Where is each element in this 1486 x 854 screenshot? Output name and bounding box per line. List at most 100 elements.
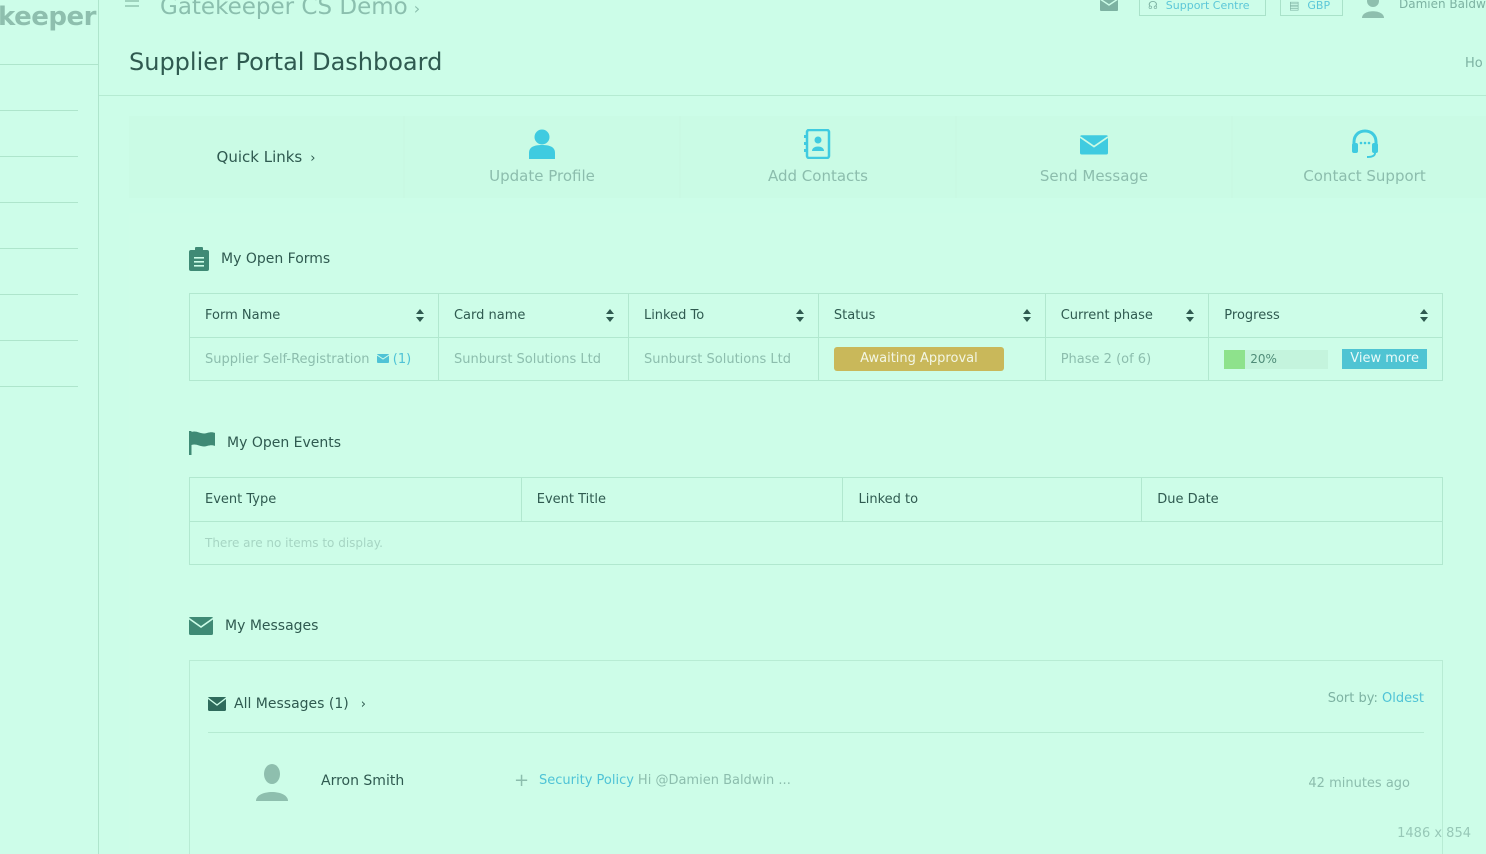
open-events-table: Event Type Event Title Linked to Due Dat… — [189, 477, 1443, 565]
column-header-form-name[interactable]: Form Name — [189, 293, 439, 338]
progress-bar-fill — [1224, 349, 1246, 369]
sort-icon — [1022, 309, 1031, 322]
chevron-right-icon: › — [413, 0, 421, 18]
flag-icon — [189, 431, 215, 455]
sidebar-menu — [0, 110, 78, 432]
chevron-right-icon: › — [310, 151, 316, 166]
message-subject-link[interactable]: Security Policy Hi @Damien Baldwin ... — [539, 773, 791, 788]
envelope-icon[interactable] — [1100, 0, 1118, 11]
phase-cell: Phase 2 (of 6) — [1044, 337, 1210, 381]
message-sender[interactable]: Arron Smith — [321, 773, 404, 789]
quick-link-label: Contact Support — [1303, 167, 1426, 185]
table-header-row: Event Type Event Title Linked to Due Dat… — [189, 477, 1443, 522]
quick-link-label: Update Profile — [489, 167, 595, 185]
envelope-icon — [208, 697, 226, 711]
form-messages-link[interactable]: (1) — [374, 351, 412, 367]
dimensions-label: 1486 x 854 — [1397, 826, 1471, 841]
top-bar: Gatekeeper CS Demo › ☊ Support Centre ▤ GBP… — [99, 0, 1486, 34]
message-subject: Security Policy — [539, 773, 634, 788]
currency-button[interactable]: ▤ GBP — [1280, 0, 1343, 16]
column-header-label: Linked To — [643, 308, 705, 323]
support-centre-button[interactable]: ☊ Support Centre — [1139, 0, 1266, 16]
chevron-right-icon: › — [360, 696, 366, 712]
linked-to-cell: Sunburst Solutions Ltd — [627, 337, 819, 381]
column-header-label: Form Name — [205, 308, 281, 323]
currency-label: GBP — [1307, 0, 1331, 12]
open-forms-heading: My Open Forms — [189, 247, 330, 271]
address-book-icon — [804, 129, 831, 159]
column-header-event-type[interactable]: Event Type — [189, 477, 522, 522]
expand-message-icon[interactable]: + — [514, 770, 529, 791]
table-row: There are no items to display. — [189, 521, 1443, 565]
sidebar-item[interactable] — [0, 294, 78, 340]
user-icon — [529, 129, 555, 159]
support-centre-label: Support Centre — [1165, 0, 1250, 12]
app-title-text: Gatekeeper CS Demo — [160, 0, 408, 20]
sort-icon — [605, 309, 614, 322]
clipboard-icon — [189, 247, 209, 271]
money-icon: ▤ — [1289, 0, 1300, 12]
messages-title: My Messages — [225, 618, 319, 634]
sidebar-item[interactable] — [0, 386, 78, 432]
view-more-button[interactable]: View more — [1342, 349, 1427, 369]
quick-links-title[interactable]: Quick Links › — [129, 116, 403, 198]
column-header-event-title[interactable]: Event Title — [520, 477, 844, 522]
messages-panel: All Messages (1) › Sort by: Oldest Arron… — [189, 660, 1443, 854]
sort-option-link[interactable]: Oldest — [1382, 691, 1424, 706]
empty-state-text: There are no items to display. — [189, 521, 1443, 565]
quick-link-add-contacts[interactable]: Add Contacts — [681, 116, 955, 198]
progress-text: 20% — [1250, 351, 1277, 366]
form-message-count: (1) — [392, 351, 412, 367]
app-root: keeper Gatekeeper CS Demo › ☊ Support Cent… — [0, 0, 1486, 854]
status-badge: Awaiting Approval — [833, 347, 1004, 371]
messages-divider — [208, 732, 1424, 733]
user-name[interactable]: Damien Baldw — [1399, 0, 1486, 11]
envelope-icon — [376, 353, 389, 363]
card-name-cell: Sunburst Solutions Ltd — [437, 337, 629, 381]
open-events-title: My Open Events — [227, 435, 342, 451]
form-name-link[interactable]: Supplier Self-Registration — [205, 352, 370, 367]
user-avatar-icon[interactable] — [1362, 0, 1384, 18]
brand-logo[interactable]: keeper — [0, 2, 96, 32]
progress-cell: 20% View more — [1208, 337, 1443, 381]
menu-toggle-icon[interactable] — [125, 0, 139, 10]
column-header-status[interactable]: Status — [817, 293, 1046, 338]
envelope-icon — [1080, 135, 1108, 155]
column-header-card-name[interactable]: Card name — [437, 293, 629, 338]
app-title[interactable]: Gatekeeper CS Demo › — [160, 0, 420, 20]
column-header-label: Status — [833, 308, 876, 323]
status-cell: Awaiting Approval — [817, 337, 1046, 381]
sidebar-item[interactable] — [0, 340, 78, 386]
page-header: Supplier Portal Dashboard Ho — [99, 34, 1486, 96]
sidebar-item[interactable] — [0, 248, 78, 294]
column-header-current-phase[interactable]: Current phase — [1044, 293, 1210, 338]
open-events-heading: My Open Events — [189, 431, 341, 455]
sort-icon — [795, 309, 804, 322]
dashboard-card: My Open Forms Form Name Card name Linked… — [129, 213, 1486, 854]
quick-links-bar: Quick Links › Update Profile Add Contacts — [129, 116, 1486, 198]
column-header-linked-to[interactable]: Linked To — [627, 293, 819, 338]
breadcrumb[interactable]: Ho — [1465, 56, 1483, 71]
form-name-cell: Supplier Self-Registration (1) — [189, 337, 439, 381]
column-header-progress[interactable]: Progress — [1208, 293, 1443, 338]
quick-links-label: Quick Links — [216, 148, 303, 166]
sidebar-item[interactable] — [0, 110, 78, 156]
quick-link-label: Send Message — [1039, 167, 1149, 185]
sort-icon — [415, 309, 424, 322]
sidebar-item[interactable] — [0, 156, 78, 202]
all-messages-link[interactable]: All Messages (1) › — [208, 696, 366, 712]
sidebar-item[interactable] — [0, 202, 78, 248]
sort-label: Sort by: — [1327, 691, 1378, 706]
open-forms-table: Form Name Card name Linked To Status Cur… — [189, 293, 1443, 381]
envelope-icon — [189, 617, 213, 635]
column-header-due-date[interactable]: Due Date — [1141, 477, 1443, 522]
column-header-linked-to[interactable]: Linked to — [842, 477, 1143, 522]
page-title: Supplier Portal Dashboard — [129, 48, 443, 76]
column-header-label: Card name — [453, 308, 526, 323]
quick-link-contact-support[interactable]: Contact Support — [1233, 116, 1486, 198]
quick-link-update-profile[interactable]: Update Profile — [405, 116, 679, 198]
headset-icon — [1351, 129, 1378, 158]
sort-control: Sort by: Oldest — [1328, 691, 1424, 706]
column-header-label: Progress — [1224, 308, 1280, 323]
quick-link-send-message[interactable]: Send Message — [957, 116, 1231, 198]
